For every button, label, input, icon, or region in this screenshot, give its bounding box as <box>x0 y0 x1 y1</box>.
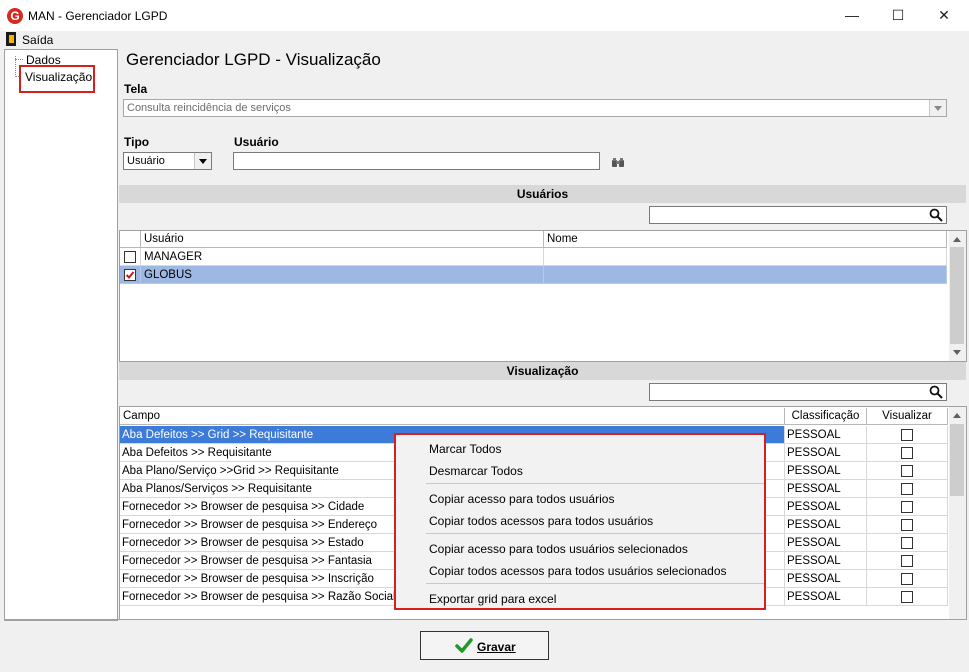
visualizar-checkbox[interactable] <box>901 591 913 603</box>
menu-item-export-excel[interactable]: Exportar grid para excel <box>429 592 556 606</box>
minimize-button[interactable]: — <box>829 0 875 31</box>
visualizar-cell <box>867 534 948 552</box>
view-grid-header-visualizar[interactable]: Visualizar <box>867 408 948 425</box>
user-cell: MANAGER <box>141 248 544 266</box>
visualizar-checkbox[interactable] <box>901 465 913 477</box>
scroll-down-icon[interactable] <box>953 350 961 355</box>
table-row[interactable]: GLOBUS <box>120 266 947 284</box>
visualizar-checkbox[interactable] <box>901 519 913 531</box>
visualizar-checkbox[interactable] <box>901 537 913 549</box>
menu-separator <box>426 533 764 534</box>
tipo-value: Usuário <box>127 155 165 167</box>
visualizar-checkbox[interactable] <box>901 501 913 513</box>
classificacao-cell: PESSOAL <box>785 480 867 498</box>
visualizar-cell <box>867 498 948 516</box>
menu-item-mark-all[interactable]: Marcar Todos <box>429 442 501 456</box>
scrollbar-thumb[interactable] <box>950 247 964 344</box>
chevron-down-icon[interactable] <box>194 153 211 169</box>
exit-menu-item[interactable]: Saída <box>22 33 53 47</box>
navigation-tree <box>4 49 118 621</box>
users-grid-header-usuario[interactable]: Usuário <box>141 231 544 248</box>
usuario-label: Usuário <box>234 135 279 149</box>
view-grid-header-classificacao[interactable]: Classificação <box>785 408 867 425</box>
menu-item-copy-access-all-users[interactable]: Copiar acesso para todos usuários <box>429 492 614 506</box>
menu-item-copy-all-access-selected-users[interactable]: Copiar todos acessos para todos usuários… <box>429 564 727 578</box>
tela-select[interactable]: Consulta reincidência de serviços <box>123 99 947 117</box>
view-section-header: Visualização <box>119 362 966 380</box>
window-title: MAN - Gerenciador LGPD <box>28 9 168 23</box>
name-cell <box>544 266 947 284</box>
close-button[interactable]: ✕ <box>921 0 967 31</box>
context-menu: Marcar Todos Desmarcar Todos Copiar aces… <box>394 433 766 610</box>
app-logo-icon: G <box>7 8 23 24</box>
visualizar-checkbox[interactable] <box>901 555 913 567</box>
name-cell <box>544 248 947 266</box>
classificacao-cell: PESSOAL <box>785 498 867 516</box>
users-grid: Usuário Nome MANAGER GLOBUS <box>119 230 967 362</box>
visualizar-cell <box>867 426 948 444</box>
view-grid-header-campo[interactable]: Campo <box>120 408 785 425</box>
tipo-label: Tipo <box>124 135 150 149</box>
visualizar-checkbox[interactable] <box>901 447 913 459</box>
visualizar-checkbox[interactable] <box>901 483 913 495</box>
table-row[interactable]: MANAGER <box>120 248 948 266</box>
page-title: Gerenciador LGPD - Visualização <box>126 50 381 69</box>
classificacao-cell: PESSOAL <box>785 426 867 444</box>
checkmark-icon <box>455 638 473 653</box>
search-icon[interactable] <box>929 385 943 399</box>
visualizar-checkbox[interactable] <box>901 573 913 585</box>
tree-item-visualizacao[interactable]: Visualização <box>19 65 95 93</box>
users-section-header: Usuários <box>119 185 966 203</box>
binoculars-icon[interactable] <box>611 158 625 168</box>
visualizar-cell <box>867 480 948 498</box>
menu-separator <box>426 583 764 584</box>
users-grid-scrollbar[interactable] <box>949 231 966 361</box>
classificacao-cell: PESSOAL <box>785 462 867 480</box>
classificacao-cell: PESSOAL <box>785 570 867 588</box>
tree-connector <box>15 59 23 60</box>
footer-divider <box>4 619 966 620</box>
menu-separator <box>426 483 764 484</box>
users-search-input[interactable] <box>649 206 947 224</box>
search-icon[interactable] <box>929 208 943 222</box>
user-cell: GLOBUS <box>141 266 544 284</box>
scrollbar-thumb[interactable] <box>950 424 964 496</box>
maximize-button[interactable]: ☐ <box>875 0 921 31</box>
tela-label: Tela <box>124 82 148 96</box>
classificacao-cell: PESSOAL <box>785 552 867 570</box>
scroll-up-icon[interactable] <box>953 413 961 418</box>
scroll-up-icon[interactable] <box>953 237 961 242</box>
menu-item-copy-all-access-all-users[interactable]: Copiar todos acessos para todos usuários <box>429 514 653 528</box>
tipo-select[interactable]: Usuário <box>123 152 212 170</box>
visualizar-cell <box>867 462 948 480</box>
classificacao-cell: PESSOAL <box>785 588 867 606</box>
visualizar-cell <box>867 570 948 588</box>
exit-door-icon[interactable] <box>6 32 16 46</box>
classificacao-cell: PESSOAL <box>785 444 867 462</box>
view-grid-scrollbar[interactable] <box>949 407 966 619</box>
view-search-input[interactable] <box>649 383 947 401</box>
save-button-label: Gravar <box>477 640 516 654</box>
usuario-input[interactable] <box>233 152 600 170</box>
users-grid-header-nome[interactable]: Nome <box>544 231 947 248</box>
menu-item-copy-access-selected-users[interactable]: Copiar acesso para todos usuários seleci… <box>429 542 688 556</box>
classificacao-cell: PESSOAL <box>785 516 867 534</box>
visualizar-cell <box>867 552 948 570</box>
tela-value: Consulta reincidência de serviços <box>127 102 291 114</box>
chevron-down-icon[interactable] <box>929 100 946 116</box>
tree-item-label: Visualização <box>25 70 93 84</box>
menu-bar <box>0 31 969 48</box>
visualizar-checkbox[interactable] <box>901 429 913 441</box>
visualizar-cell <box>867 516 948 534</box>
users-grid-check-header <box>120 231 141 248</box>
save-button[interactable]: Gravar <box>420 631 549 660</box>
visualizar-cell <box>867 588 948 606</box>
row-checkbox-checked[interactable] <box>124 269 136 281</box>
classificacao-cell: PESSOAL <box>785 534 867 552</box>
row-checkbox[interactable] <box>124 251 136 263</box>
menu-item-unmark-all[interactable]: Desmarcar Todos <box>429 464 523 478</box>
visualizar-cell <box>867 444 948 462</box>
